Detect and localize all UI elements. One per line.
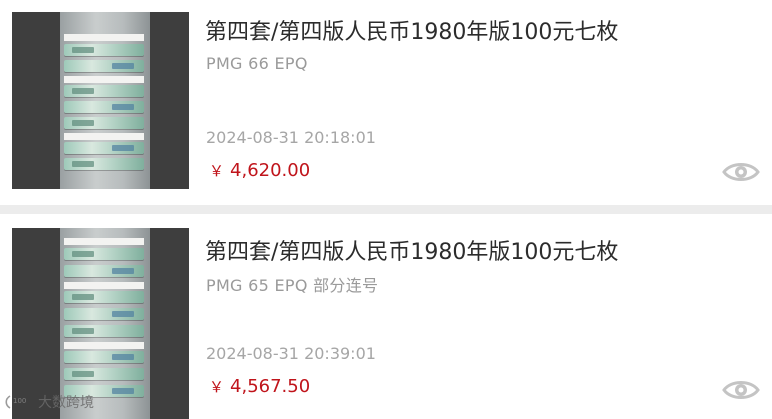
currency-symbol: ￥ bbox=[209, 162, 225, 180]
watermark: 100 大数跨境 bbox=[4, 392, 94, 412]
listing-card[interactable]: 第四套/第四版人民币1980年版100元七枚 PMG 65 EPQ 部分连号 2… bbox=[0, 214, 772, 419]
banknote bbox=[64, 265, 144, 277]
eye-icon[interactable] bbox=[722, 160, 760, 184]
listing-grade: PMG 66 EPQ bbox=[206, 54, 308, 73]
banknote bbox=[64, 368, 144, 380]
listing-card[interactable]: 第四套/第四版人民币1980年版100元七枚 PMG 66 EPQ 2024-0… bbox=[0, 0, 772, 205]
eye-icon[interactable] bbox=[722, 378, 760, 402]
banknote bbox=[64, 308, 144, 320]
grading-label bbox=[64, 238, 144, 245]
listing-timestamp: 2024-08-31 20:39:01 bbox=[206, 344, 376, 363]
banknote bbox=[64, 44, 144, 56]
grading-label bbox=[64, 342, 144, 349]
banknote-thumbnail[interactable] bbox=[12, 12, 189, 189]
watermark-logo-icon: 100 bbox=[5, 395, 26, 409]
listing-price: ￥ 4,620.00 bbox=[209, 160, 310, 181]
banknote bbox=[64, 158, 144, 170]
grading-label bbox=[64, 133, 144, 140]
banknote bbox=[64, 117, 144, 129]
price-amount: 4,620.00 bbox=[230, 160, 311, 181]
banknote-thumbnail[interactable] bbox=[12, 228, 189, 419]
banknote bbox=[64, 351, 144, 363]
banknote bbox=[64, 60, 144, 72]
grading-label bbox=[64, 76, 144, 83]
banknote bbox=[64, 325, 144, 337]
listing-price: ￥ 4,567.50 bbox=[209, 376, 310, 397]
watermark-text: 大数跨境 bbox=[38, 395, 94, 411]
grading-label bbox=[64, 34, 144, 41]
banknote bbox=[64, 142, 144, 154]
currency-symbol: ￥ bbox=[209, 378, 225, 396]
listing-timestamp: 2024-08-31 20:18:01 bbox=[206, 128, 376, 147]
banknote bbox=[64, 248, 144, 260]
banknote bbox=[64, 101, 144, 113]
listing-title[interactable]: 第四套/第四版人民币1980年版100元七枚 bbox=[205, 14, 618, 46]
svg-text:100: 100 bbox=[13, 397, 26, 405]
listing-grade: PMG 65 EPQ 部分连号 bbox=[206, 276, 379, 295]
listing-title[interactable]: 第四套/第四版人民币1980年版100元七枚 bbox=[205, 234, 618, 266]
banknote bbox=[64, 291, 144, 303]
price-amount: 4,567.50 bbox=[230, 376, 311, 397]
grading-label bbox=[64, 282, 144, 289]
banknote bbox=[64, 85, 144, 97]
list-divider bbox=[0, 205, 772, 214]
